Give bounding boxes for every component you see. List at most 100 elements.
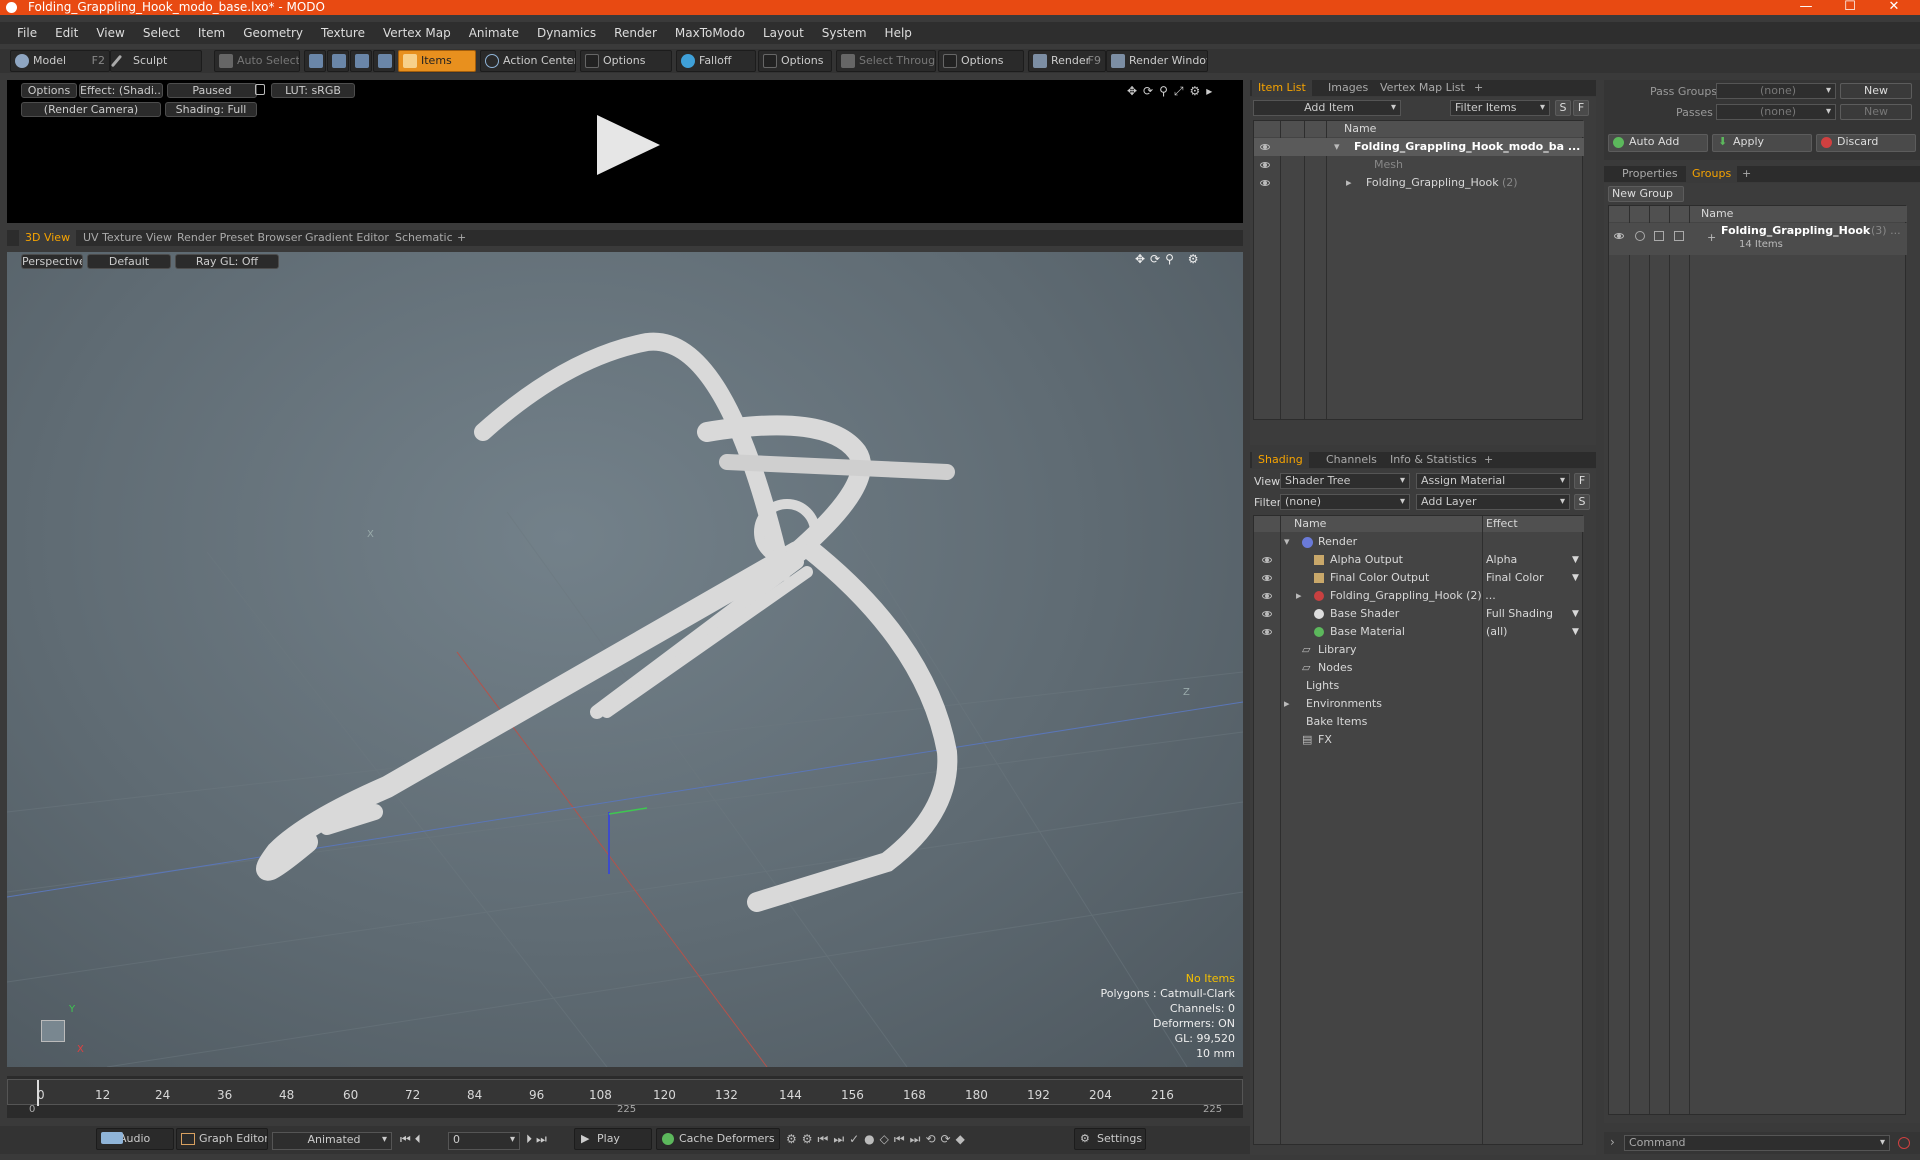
visibility-icon[interactable]	[1260, 180, 1270, 186]
expand-icon[interactable]: ▾	[1284, 533, 1290, 551]
select-through-button[interactable]: Select Through	[836, 50, 936, 72]
rewind-icons[interactable]: ⏮⏴	[400, 1132, 425, 1147]
visibility-icon[interactable]	[1614, 233, 1624, 239]
settings-button[interactable]: ⚙ Settings	[1074, 1128, 1146, 1150]
base-shader-effect[interactable]: Full Shading	[1486, 605, 1553, 623]
command-history-icon[interactable]	[1898, 1137, 1910, 1149]
select-through-options-button[interactable]: Options	[938, 50, 1024, 72]
tab-images[interactable]: Images	[1322, 80, 1374, 96]
visibility-icon[interactable]	[1262, 611, 1272, 617]
shader-row-base-shader[interactable]: Base Shader Full Shading ▼	[1254, 605, 1584, 623]
edges-mode-button[interactable]	[327, 50, 349, 72]
falloff-options-button[interactable]: Options	[758, 50, 832, 72]
shader-row-base-material[interactable]: Base Material (all) ▼	[1254, 623, 1584, 641]
minimize-button[interactable]: —	[1784, 0, 1828, 15]
default-style-dropdown[interactable]: Default	[87, 254, 171, 269]
audio-button[interactable]: Audio	[96, 1128, 174, 1150]
menu-system[interactable]: System	[813, 26, 876, 40]
tab-add[interactable]: +	[1468, 80, 1489, 96]
key-tool-icons[interactable]: ⚙⚙⏮⏭✓●◇⏮⏭⟲⟳◆	[786, 1132, 970, 1147]
menu-edit[interactable]: Edit	[46, 26, 87, 40]
chevron-down-icon[interactable]: ▼	[1572, 551, 1579, 569]
tab-uv-texture-view[interactable]: UV Texture View	[77, 230, 178, 246]
viewport-scene[interactable]	[7, 252, 1243, 1067]
pass-groups-dropdown[interactable]: (none)	[1716, 83, 1836, 99]
menu-file[interactable]: File	[8, 26, 46, 40]
menu-animate[interactable]: Animate	[460, 26, 528, 40]
render-camera-dropdown[interactable]: (Render Camera)	[21, 102, 161, 117]
item-row-scene[interactable]: ▾ Folding_Grappling_Hook_modo_ba ...	[1254, 138, 1584, 156]
render-button[interactable]: Render F9	[1028, 50, 1106, 72]
menu-layout[interactable]: Layout	[754, 26, 813, 40]
shader-row-final-color[interactable]: Final Color Output Final Color ▼	[1254, 569, 1584, 587]
shader-row-fx[interactable]: ▤ FX	[1254, 731, 1584, 749]
chevron-down-icon[interactable]: ▼	[1572, 605, 1579, 623]
shader-row-alpha-output[interactable]: Alpha Output Alpha ▼	[1254, 551, 1584, 569]
sculpt-mode-button[interactable]: Sculpt	[110, 50, 202, 72]
shader-row-material-group[interactable]: ▸ Folding_Grappling_Hook (2) ...	[1254, 587, 1584, 605]
visibility-icon[interactable]	[1260, 162, 1270, 168]
action-center-button[interactable]: Action Center	[480, 50, 576, 72]
menu-texture[interactable]: Texture	[312, 26, 374, 40]
tab-channels[interactable]: Channels	[1320, 452, 1383, 468]
lock-toggle-icon[interactable]	[1654, 231, 1664, 241]
action-center-options-button[interactable]: Options	[580, 50, 672, 72]
item-row-mesh[interactable]: Mesh	[1254, 156, 1584, 174]
forward-icons[interactable]: ⏵⏭	[526, 1132, 551, 1147]
new-pass-button[interactable]: New	[1840, 104, 1912, 120]
playhead[interactable]	[37, 1080, 39, 1106]
render-window-button[interactable]: Render Window	[1106, 50, 1208, 72]
tab-gradient-editor[interactable]: Gradient Editor	[299, 230, 395, 246]
cache-deformers-button[interactable]: Cache Deformers	[656, 1128, 780, 1150]
falloff-button[interactable]: Falloff	[676, 50, 756, 72]
tab-add[interactable]: +	[451, 230, 472, 246]
lut-dropdown[interactable]: LUT: sRGB	[271, 83, 355, 98]
apply-button[interactable]: ⬇ Apply	[1712, 134, 1812, 152]
final-color-effect[interactable]: Final Color	[1486, 569, 1544, 587]
expand-icon[interactable]: ▸	[1296, 587, 1302, 605]
vertices-mode-button[interactable]	[304, 50, 326, 72]
expand-icon[interactable]: ▸	[1284, 695, 1290, 713]
expand-icon[interactable]: ▸	[1346, 174, 1352, 192]
visibility-icon[interactable]	[1262, 629, 1272, 635]
shading-f-button[interactable]: F	[1574, 473, 1590, 489]
lock-icon[interactable]	[255, 84, 265, 95]
shader-row-nodes[interactable]: ▱ Nodes	[1254, 659, 1584, 677]
add-item-dropdown[interactable]: Add Item	[1253, 100, 1401, 116]
polygons-mode-button[interactable]	[350, 50, 372, 72]
model-mode-button[interactable]: Model F2	[10, 50, 110, 72]
alpha-effect[interactable]: Alpha	[1486, 551, 1517, 569]
preview-options-button[interactable]: Options	[21, 83, 77, 98]
tab-groups[interactable]: Groups	[1686, 166, 1738, 182]
timeline-ruler[interactable]: 0 12 24 36 48 60 72 84 96 108 120 132 14…	[7, 1076, 1243, 1118]
shader-row-render[interactable]: ▾ Render	[1254, 533, 1584, 551]
menu-dynamics[interactable]: Dynamics	[528, 26, 605, 40]
auto-select-button[interactable]: Auto Select	[214, 50, 300, 72]
shading-s-button[interactable]: S	[1574, 494, 1590, 510]
visibility-icon[interactable]	[1262, 593, 1272, 599]
new-pass-group-button[interactable]: New	[1840, 83, 1912, 99]
animated-dropdown[interactable]: Animated	[272, 1132, 392, 1150]
play-button[interactable]: ▶ Play	[574, 1128, 652, 1150]
items-mode-button[interactable]: Items	[398, 50, 476, 72]
tab-render-preset-browser[interactable]: Render Preset Browser	[171, 230, 308, 246]
graph-editor-button[interactable]: Graph Editor	[176, 1128, 268, 1150]
preview-paused-button[interactable]: Paused	[167, 83, 257, 98]
perspective-dropdown[interactable]: Perspective	[21, 254, 83, 269]
tab-add[interactable]: +	[1736, 166, 1757, 182]
chevron-down-icon[interactable]: ▼	[1572, 569, 1579, 587]
menu-view[interactable]: View	[87, 26, 133, 40]
item-list-s-button[interactable]: S	[1555, 100, 1571, 116]
menu-item[interactable]: Item	[189, 26, 234, 40]
auto-add-button[interactable]: Auto Add	[1608, 134, 1708, 152]
tab-item-list[interactable]: Item List	[1252, 80, 1312, 96]
tab-shading[interactable]: Shading	[1252, 452, 1309, 468]
chevron-down-icon[interactable]: ▼	[1572, 623, 1579, 641]
tab-info-statistics[interactable]: Info & Statistics	[1384, 452, 1483, 468]
assign-material-dropdown[interactable]: Assign Material	[1416, 473, 1570, 489]
menu-maxtomodo[interactable]: MaxToModo	[666, 26, 754, 40]
frame-field[interactable]: 0	[448, 1132, 520, 1150]
filter-items-input[interactable]: Filter Items	[1450, 100, 1550, 116]
expand-icon[interactable]: +	[1707, 229, 1716, 247]
item-list-f-button[interactable]: F	[1573, 100, 1589, 116]
